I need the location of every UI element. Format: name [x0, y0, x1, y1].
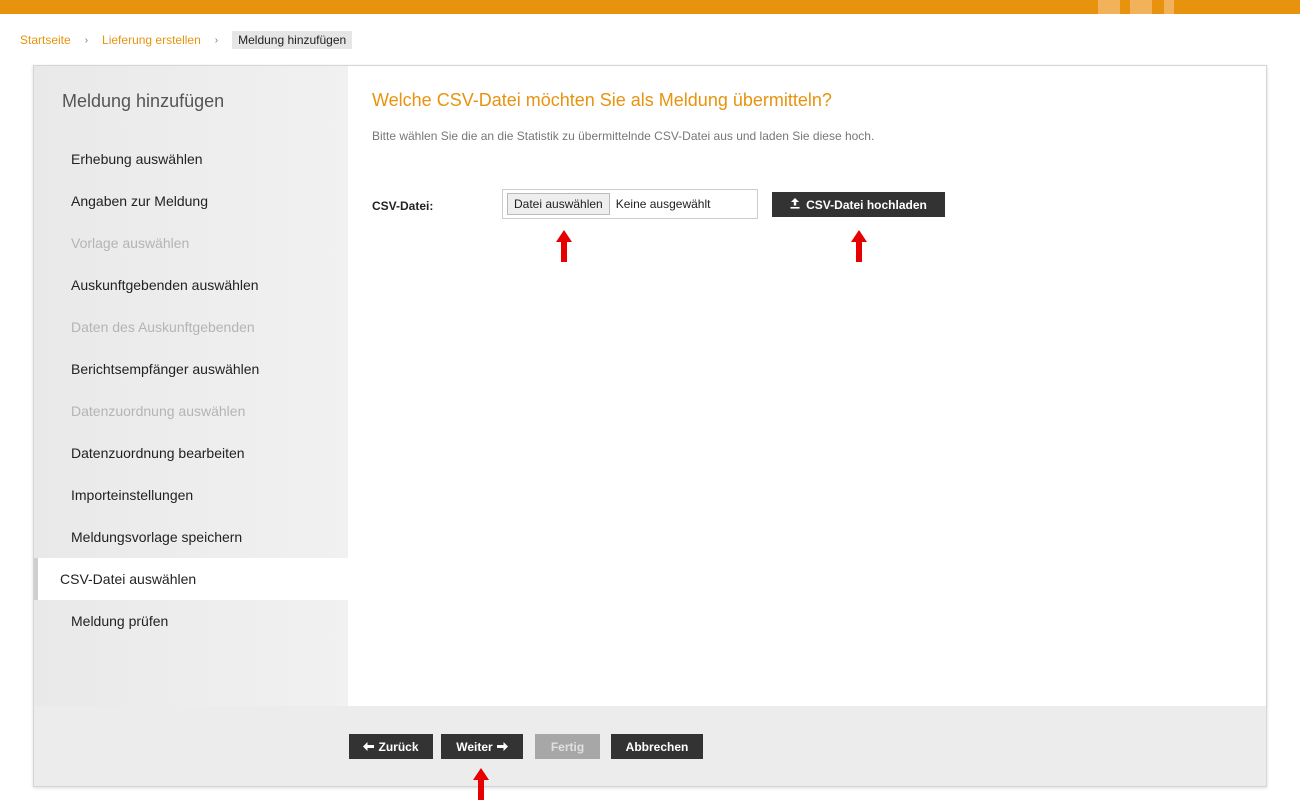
breadcrumb-home-link[interactable]: Startseite: [20, 33, 71, 47]
instruction-text: Bitte wählen Sie die an die Statistik zu…: [372, 129, 875, 143]
annotation-arrow-icon: [851, 230, 867, 262]
page-title: Welche CSV-Datei möchten Sie als Meldung…: [372, 90, 832, 110]
csv-file-label: CSV-Datei:: [372, 199, 434, 213]
wizard-content: Welche CSV-Datei möchten Sie als Meldung…: [348, 66, 1266, 706]
sidebar-step-datenzuordnung-auswaehlen: Datenzuordnung auswählen: [71, 403, 246, 419]
annotation-arrow-icon: [473, 768, 489, 800]
breadcrumb-separator: ›: [214, 34, 219, 46]
wizard-sidebar: Meldung hinzufügen Erhebung auswählen An…: [34, 66, 348, 706]
breadcrumb-delivery-link[interactable]: Lieferung erstellen: [102, 33, 201, 47]
sidebar-step-importeinstellungen[interactable]: Importeinstellungen: [34, 474, 348, 516]
top-bar-segment: [1098, 0, 1120, 14]
sidebar-step-csv-datei[interactable]: CSV-Datei auswählen: [34, 558, 348, 600]
sidebar-step-daten-auskunftgebender: Daten des Auskunftgebenden: [71, 319, 255, 335]
arrow-right-icon: [496, 740, 508, 754]
sidebar-step-meldungsvorlage[interactable]: Meldungsvorlage speichern: [34, 516, 348, 558]
upload-csv-button[interactable]: CSV-Datei hochladen: [772, 192, 945, 217]
upload-button-label: CSV-Datei hochladen: [806, 197, 927, 212]
sidebar-step-datenzuordnung-bearbeiten[interactable]: Datenzuordnung bearbeiten: [34, 432, 348, 474]
top-bar-segment: [1130, 0, 1152, 14]
top-accent-bar: [0, 0, 1300, 14]
back-button-label: Zurück: [378, 739, 419, 754]
sidebar-step-auskunftgebenden[interactable]: Auskunftgebenden auswählen: [34, 264, 348, 306]
sidebar-title: Meldung hinzufügen: [62, 91, 225, 111]
choose-file-button[interactable]: Datei auswählen: [507, 193, 610, 215]
cancel-button[interactable]: Abbrechen: [611, 734, 703, 759]
top-bar-segment: [1164, 0, 1174, 14]
annotation-arrow-icon: [556, 230, 572, 262]
csv-file-input[interactable]: Datei auswählen Keine ausgewählt: [502, 189, 758, 219]
upload-icon: [790, 197, 800, 212]
wizard-panel: Meldung hinzufügen Erhebung auswählen An…: [33, 65, 1267, 787]
sidebar-step-angaben[interactable]: Angaben zur Meldung: [34, 180, 348, 222]
arrow-left-icon: [363, 740, 375, 754]
back-button[interactable]: Zurück: [349, 734, 433, 759]
sidebar-step-erhebung[interactable]: Erhebung auswählen: [34, 138, 348, 180]
sidebar-step-meldung-pruefen[interactable]: Meldung prüfen: [34, 600, 348, 642]
breadcrumb-current: Meldung hinzufügen: [232, 31, 353, 49]
sidebar-step-berichtsempfaenger[interactable]: Berichtsempfänger auswählen: [34, 348, 348, 390]
sidebar-step-vorlage: Vorlage auswählen: [71, 235, 190, 251]
finish-button: Fertig: [535, 734, 600, 759]
next-button-label: Weiter: [456, 739, 493, 754]
breadcrumb: Startseite › Lieferung erstellen › Meldu…: [20, 31, 353, 49]
breadcrumb-separator: ›: [84, 34, 89, 46]
file-status-text: Keine ausgewählt: [615, 197, 711, 211]
next-button[interactable]: Weiter: [441, 734, 523, 759]
